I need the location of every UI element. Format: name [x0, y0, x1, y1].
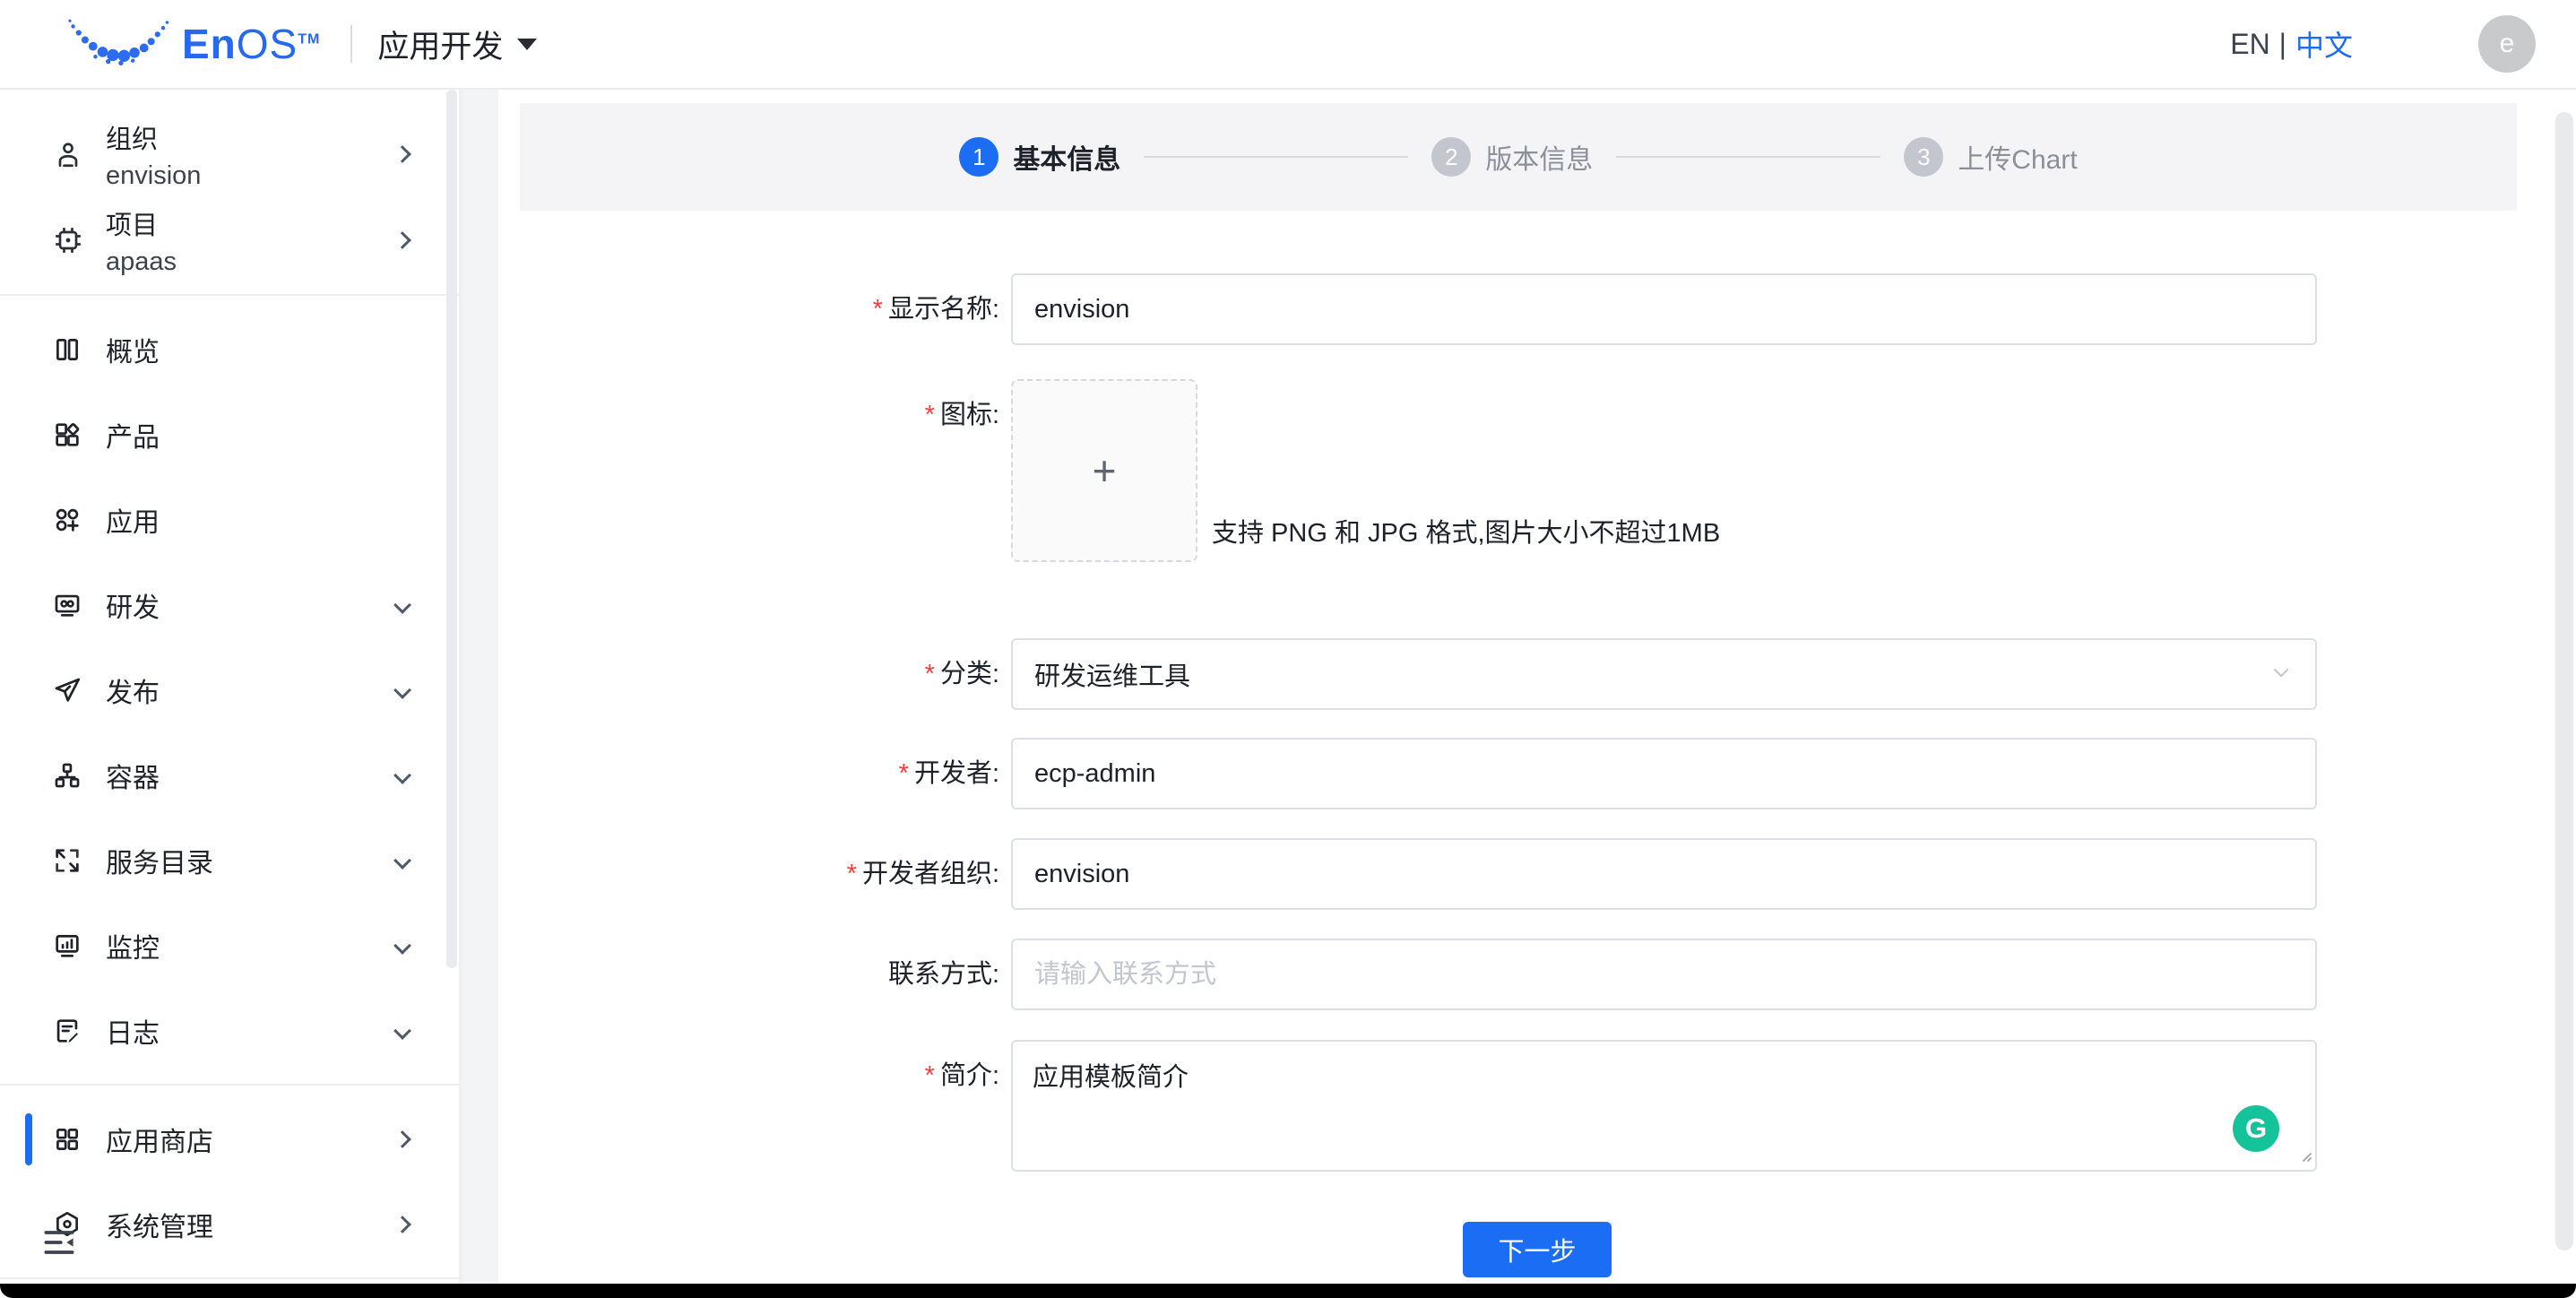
- step-connector: [1616, 156, 1881, 158]
- app-switcher[interactable]: 应用开发: [377, 22, 538, 67]
- chevron-down-icon: [393, 936, 411, 955]
- development-icon: [52, 590, 82, 620]
- project-value: apaas: [106, 247, 177, 276]
- sidebar-divider: [0, 1084, 459, 1086]
- app-store-icon: [52, 1124, 82, 1155]
- sidebar-item-monitoring[interactable]: 监控: [0, 903, 459, 988]
- page-scrollbar-thumb[interactable]: [2555, 112, 2573, 1250]
- required-mark: *: [924, 660, 935, 688]
- sidebar-item-overview[interactable]: 概览: [0, 307, 459, 392]
- chevron-down-icon: [393, 595, 411, 614]
- caret-down-icon: [517, 38, 538, 50]
- language-switch: EN | 中文: [2230, 23, 2353, 65]
- display-name-input[interactable]: [1011, 273, 2317, 345]
- next-step-button[interactable]: 下一步: [1463, 1222, 1612, 1277]
- overview-icon: [52, 334, 82, 365]
- project-label: 项目: [106, 211, 159, 240]
- developer-input[interactable]: [1011, 738, 2317, 809]
- chevron-down-icon: [393, 766, 411, 784]
- category-selected-value: 研发运维工具: [1034, 662, 1191, 691]
- content-gutter: [459, 90, 498, 1284]
- required-mark: *: [872, 295, 883, 324]
- sidebar-item-project[interactable]: 项目 apaas: [0, 197, 459, 283]
- project-icon: [52, 224, 84, 256]
- enos-logo[interactable]: EnOSTM: [67, 15, 320, 73]
- textarea-resize-handle[interactable]: [2298, 1148, 2312, 1167]
- step-version-info[interactable]: 2 版本信息: [1431, 137, 1593, 177]
- contact-label: 联系方式:: [887, 960, 999, 989]
- required-mark: *: [846, 860, 857, 888]
- sidebar-item-product[interactable]: 产品: [0, 392, 459, 477]
- sidebar-nav: 组织 envision 项目 apaas 概览 产品 应用 研发 发布 容器 服…: [0, 90, 459, 1284]
- app-title: 应用开发: [377, 29, 504, 65]
- active-indicator: [25, 1112, 32, 1165]
- logs-icon: [52, 1016, 82, 1046]
- icon-label: * 图标:: [924, 401, 999, 429]
- chevron-right-icon: [393, 1129, 411, 1148]
- wizard-stepper: 1 基本信息 2 版本信息 3 上传Chart: [520, 103, 2517, 211]
- category-select[interactable]: 研发运维工具: [1011, 638, 2317, 710]
- main-content: 1 基本信息 2 版本信息 3 上传Chart *显示名称: *图标: + 支持…: [498, 90, 2576, 1284]
- developer-org-input[interactable]: [1011, 838, 2317, 910]
- step-number-badge: 3: [1904, 137, 1944, 177]
- chevron-down-icon: [393, 1021, 411, 1040]
- display-name-label: * 显示名称:: [872, 295, 999, 324]
- developer-org-label: * 开发者组织:: [846, 860, 999, 888]
- sidebar-item-app-store[interactable]: 应用商店: [0, 1096, 459, 1181]
- organization-value: envision: [106, 160, 202, 190]
- required-mark: *: [898, 759, 909, 788]
- lang-zh-link[interactable]: 中文: [2295, 23, 2353, 65]
- step-connector: [1144, 156, 1409, 158]
- step-upload-chart[interactable]: 3 上传Chart: [1904, 137, 2078, 177]
- required-mark: *: [924, 401, 935, 429]
- organization-icon: [52, 138, 84, 170]
- icon-upload-hint: 支持 PNG 和 JPG 格式,图片大小不超过1MB: [1212, 519, 1721, 548]
- chevron-right-icon: [393, 1215, 411, 1233]
- chevron-right-icon: [393, 231, 411, 249]
- intro-textarea[interactable]: 应用模板简介: [1011, 1040, 2317, 1172]
- application-icon: [52, 505, 82, 535]
- chevron-down-icon: [393, 851, 411, 870]
- sidebar-item-logs[interactable]: 日志: [0, 988, 459, 1073]
- intro-label: * 简介:: [924, 1061, 999, 1090]
- product-icon: [52, 420, 82, 450]
- developer-label: * 开发者:: [898, 759, 999, 788]
- lang-en-link[interactable]: EN: [2230, 28, 2269, 61]
- step-number-badge: 2: [1431, 137, 1472, 177]
- sidebar-item-container[interactable]: 容器: [0, 732, 459, 818]
- lang-separator: |: [2278, 27, 2286, 60]
- contact-input[interactable]: [1011, 939, 2317, 1010]
- select-chevron-down-icon: [2269, 660, 2294, 689]
- user-avatar[interactable]: e: [2478, 15, 2536, 73]
- sidebar-divider: [0, 1277, 459, 1279]
- sidebar-divider: [0, 294, 459, 296]
- brand-name: EnOSTM: [182, 21, 321, 67]
- icon-upload-box[interactable]: +: [1011, 379, 1197, 562]
- service-catalog-icon: [52, 845, 82, 876]
- monitoring-icon: [52, 930, 82, 961]
- plus-icon: +: [1092, 447, 1117, 494]
- sidebar-item-service-catalog[interactable]: 服务目录: [0, 818, 459, 903]
- sidebar-collapse-button[interactable]: [39, 1223, 79, 1262]
- header-divider: [350, 25, 353, 63]
- organization-label: 组织: [106, 125, 159, 154]
- category-label: * 分类:: [924, 660, 999, 688]
- required-mark: *: [924, 1061, 935, 1090]
- basic-info-form: *显示名称: *图标: + 支持 PNG 和 JPG 格式,图片大小不超过1MB…: [498, 273, 2576, 1277]
- window-bottom-edge: [0, 1284, 2576, 1298]
- chevron-down-icon: [393, 680, 411, 699]
- enos-logo-dots-icon: [67, 15, 173, 73]
- chevron-right-icon: [393, 145, 411, 163]
- sidebar-item-organization[interactable]: 组织 envision: [0, 111, 459, 197]
- sidebar-item-development[interactable]: 研发: [0, 562, 459, 647]
- sidebar-item-release[interactable]: 发布: [0, 647, 459, 732]
- release-icon: [52, 675, 82, 705]
- sidebar-scrollbar-thumb[interactable]: [446, 90, 457, 968]
- sidebar-item-application[interactable]: 应用: [0, 477, 459, 562]
- grammarly-icon[interactable]: G: [2233, 1105, 2279, 1152]
- step-number-badge: 1: [959, 137, 999, 177]
- container-icon: [52, 760, 82, 791]
- step-basic-info[interactable]: 1 基本信息: [959, 137, 1120, 177]
- top-header: EnOSTM 应用开发 EN | 中文 e: [0, 0, 2576, 90]
